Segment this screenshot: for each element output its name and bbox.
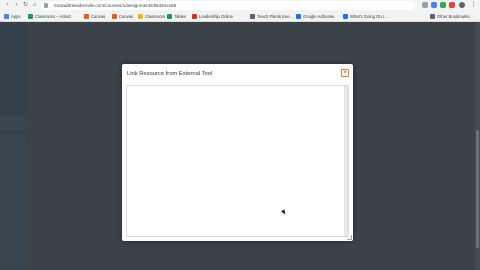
- bookmark-label: Teach Plants Kee…: [257, 14, 294, 19]
- bookmark-label: Tables: [174, 14, 187, 19]
- bookmark-favicon-icon: [250, 14, 255, 19]
- bookmark-label: Google AdSense: [303, 14, 335, 19]
- bookmark-item[interactable]: Classroom: [138, 13, 165, 20]
- menu-icon[interactable]: ⋮: [470, 2, 477, 9]
- bookmark-item[interactable]: Classroom – Activit: [28, 13, 71, 20]
- bookmark-label: Other Bookmarks: [437, 14, 470, 19]
- bookmark-label: Classroom – Activit: [35, 14, 71, 19]
- bookmark-item[interactable]: Canvas: [84, 13, 105, 20]
- bookmark-item[interactable]: Tables: [167, 13, 186, 20]
- resize-handle[interactable]: [347, 235, 352, 240]
- bookmark-item[interactable]: Google AdSense: [296, 13, 334, 20]
- back-icon[interactable]: ‹: [4, 2, 11, 9]
- bookmark-label: What's Going On I…: [350, 14, 389, 19]
- bookmark-favicon-icon: [138, 14, 143, 19]
- sidebar-block: [0, 116, 26, 130]
- bookmark-label: Canvas: [91, 14, 106, 19]
- bookmark-favicon-icon: [112, 14, 117, 19]
- lock-icon: [44, 3, 48, 8]
- frame-scrollbar[interactable]: [344, 86, 348, 236]
- bookmark-favicon-icon: [192, 14, 197, 19]
- dialog-title: Link Resource from External Tool: [127, 71, 213, 77]
- profile-avatar[interactable]: [459, 2, 465, 8]
- bookmark-item[interactable]: Canvas: [112, 13, 133, 20]
- bookmark-favicon-icon: [167, 14, 172, 19]
- page-scrollbar[interactable]: [475, 22, 480, 270]
- external-tool-frame[interactable]: [126, 85, 349, 237]
- bookmark-label: Canvas: [119, 14, 134, 19]
- close-button[interactable]: ×: [341, 69, 349, 77]
- bookmark-item[interactable]: Leadership Online: [192, 13, 233, 20]
- address-bar[interactable]: mcsaddressdecivile.com/courses/1/assignm…: [40, 1, 415, 10]
- bookmark-item[interactable]: Other Bookmarks: [430, 13, 470, 20]
- bookmark-favicon-icon: [430, 14, 435, 19]
- bookmarks-bar: Apps Classroom – Activit Canvas Canvas Class…: [0, 11, 480, 22]
- reload-icon[interactable]: ↻: [22, 2, 29, 9]
- page-scrollbar-thumb[interactable]: [476, 130, 479, 248]
- bookmark-label: Classroom: [145, 14, 166, 19]
- address-row: ‹ › ↻ ⌂ mcsaddressdecivile.com/courses/1…: [0, 0, 480, 11]
- url-text: mcsaddressdecivile.com/courses/1/assignm…: [54, 3, 177, 8]
- bookmark-favicon-icon: [84, 14, 89, 19]
- sidebar-block: [0, 137, 26, 270]
- extension-icon[interactable]: [440, 2, 446, 8]
- bookmark-label: Apps: [11, 14, 21, 19]
- star-icon[interactable]: [422, 2, 428, 8]
- external-tool-dialog: Link Resource from External Tool ×: [122, 64, 353, 241]
- bookmark-favicon-icon: [4, 14, 9, 19]
- bookmark-label: Leadership Online: [199, 14, 233, 19]
- bookmark-favicon-icon: [28, 14, 33, 19]
- bookmark-favicon-icon: [296, 14, 301, 19]
- home-icon[interactable]: ⌂: [31, 2, 38, 9]
- browser-chrome: ‹ › ↻ ⌂ mcsaddressdecivile.com/courses/1…: [0, 0, 480, 22]
- forward-icon[interactable]: ›: [13, 2, 20, 9]
- bookmark-favicon-icon: [343, 14, 348, 19]
- extension-icon[interactable]: [431, 2, 437, 8]
- extension-icon[interactable]: [449, 2, 455, 8]
- bookmark-item[interactable]: Teach Plants Kee…: [250, 13, 294, 20]
- bookmark-item[interactable]: What's Going On I…: [343, 13, 388, 20]
- bookmark-item[interactable]: Apps: [4, 13, 21, 20]
